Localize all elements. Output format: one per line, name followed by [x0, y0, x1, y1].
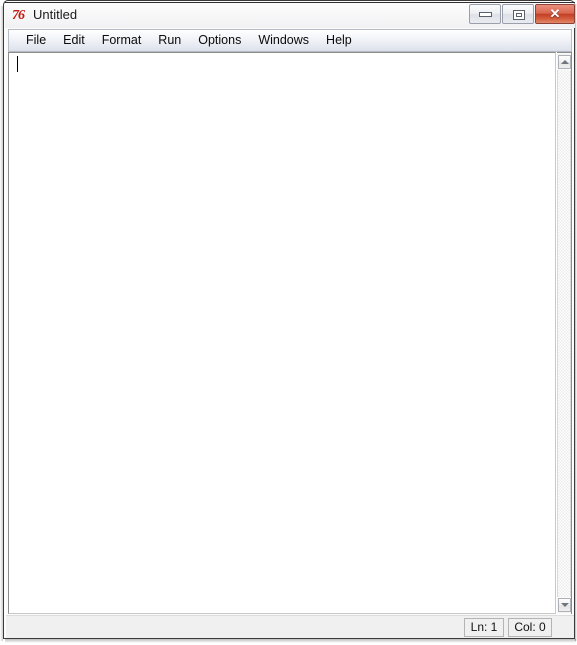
status-column-indicator: Col: 0: [508, 618, 552, 637]
scroll-down-arrow-icon[interactable]: [558, 598, 571, 612]
menu-item-options[interactable]: Options: [190, 31, 250, 51]
window-shadow-bottom: [5, 639, 576, 643]
title-bar-top-edge: [5, 2, 575, 3]
editor-area: [8, 52, 572, 614]
menu-bar: File Edit Format Run Options Windows Hel…: [8, 29, 572, 52]
window-title: Untitled: [33, 7, 78, 22]
menu-item-format[interactable]: Format: [94, 31, 151, 51]
text-editor-input[interactable]: [8, 52, 556, 614]
maximize-icon: [513, 10, 525, 20]
minimize-button[interactable]: [469, 4, 501, 24]
status-bar: Ln: 1 Col: 0: [6, 615, 574, 638]
scrollbar-track[interactable]: [557, 70, 571, 597]
window-frame: 76 Untitled ✕ File Edit Format Run Optio…: [3, 0, 575, 639]
menu-item-windows[interactable]: Windows: [250, 31, 318, 51]
close-icon: ✕: [549, 6, 561, 21]
menu-item-file[interactable]: File: [18, 31, 55, 51]
python-idle-icon: 76: [12, 8, 25, 23]
menu-item-run[interactable]: Run: [150, 31, 190, 51]
menu-item-edit[interactable]: Edit: [55, 31, 94, 51]
title-bar[interactable]: 76 Untitled ✕: [5, 2, 575, 28]
maximize-icon-inner: [516, 13, 522, 17]
idle-editor-window: 76 Untitled ✕ File Edit Format Run Optio…: [0, 0, 577, 645]
minimize-icon: [479, 12, 492, 17]
text-caret: [17, 56, 18, 72]
triangle-down-icon: [560, 603, 569, 607]
maximize-button[interactable]: [502, 4, 534, 24]
status-line-indicator: Ln: 1: [464, 618, 504, 637]
triangle-up-icon: [560, 60, 569, 64]
vertical-scrollbar[interactable]: [557, 52, 572, 614]
menu-item-help[interactable]: Help: [318, 31, 361, 51]
close-button[interactable]: ✕: [535, 4, 575, 24]
scroll-up-arrow-icon[interactable]: [558, 55, 571, 69]
